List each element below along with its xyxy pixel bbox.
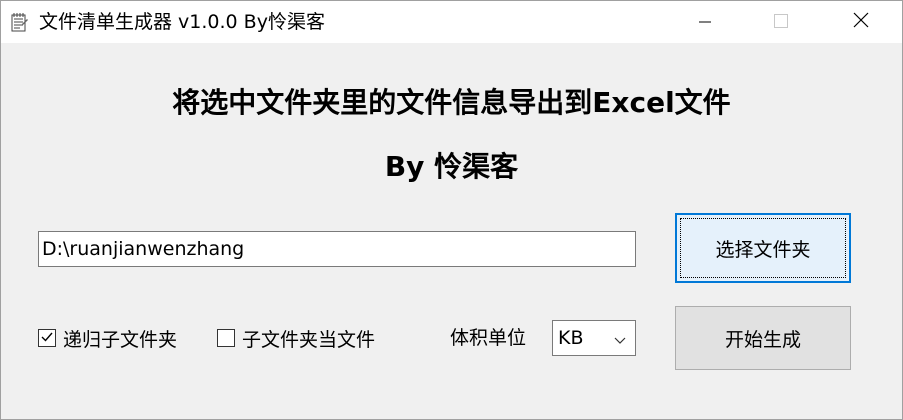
checkbox-unchecked[interactable] [217,329,235,347]
folder-path-input[interactable] [38,231,636,267]
size-unit-value: KB [558,327,584,349]
minimize-button[interactable] [675,1,735,43]
start-generate-label: 开始生成 [724,328,801,351]
subfolder-as-file-label: 子文件夹当文件 [242,328,376,351]
recursive-subfolders-label: 递归子文件夹 [63,328,178,351]
notepad-icon [9,12,29,32]
size-unit-label: 体积单位 [450,327,527,349]
close-icon [853,12,869,32]
maximize-icon [774,13,788,32]
select-folder-label: 选择文件夹 [715,238,811,261]
page-title: 将选中文件夹里的文件信息导出到Excel文件 [172,86,731,119]
chevron-down-icon [613,332,627,344]
checkmark-icon [40,329,54,348]
size-unit-select[interactable]: KB [552,320,636,356]
minimize-icon [699,13,711,32]
title-bar[interactable]: 文件清单生成器 v1.0.0 By怜渠客 [1,1,902,43]
start-generate-button[interactable]: 开始生成 [675,306,851,370]
maximize-button [751,1,811,43]
checkbox-checked[interactable] [38,329,56,347]
app-window: 文件清单生成器 v1.0.0 By怜渠客 将选中文件夹里的文件信息导出到Exce… [0,0,903,420]
select-folder-button[interactable]: 选择文件夹 [675,213,851,283]
subfolder-as-file-checkbox[interactable]: 子文件夹当文件 [217,326,376,351]
window-title: 文件清单生成器 v1.0.0 By怜渠客 [39,11,325,33]
author-subtitle: By 怜渠客 [384,150,519,183]
close-button[interactable] [831,1,891,43]
recursive-subfolders-checkbox[interactable]: 递归子文件夹 [38,326,178,351]
